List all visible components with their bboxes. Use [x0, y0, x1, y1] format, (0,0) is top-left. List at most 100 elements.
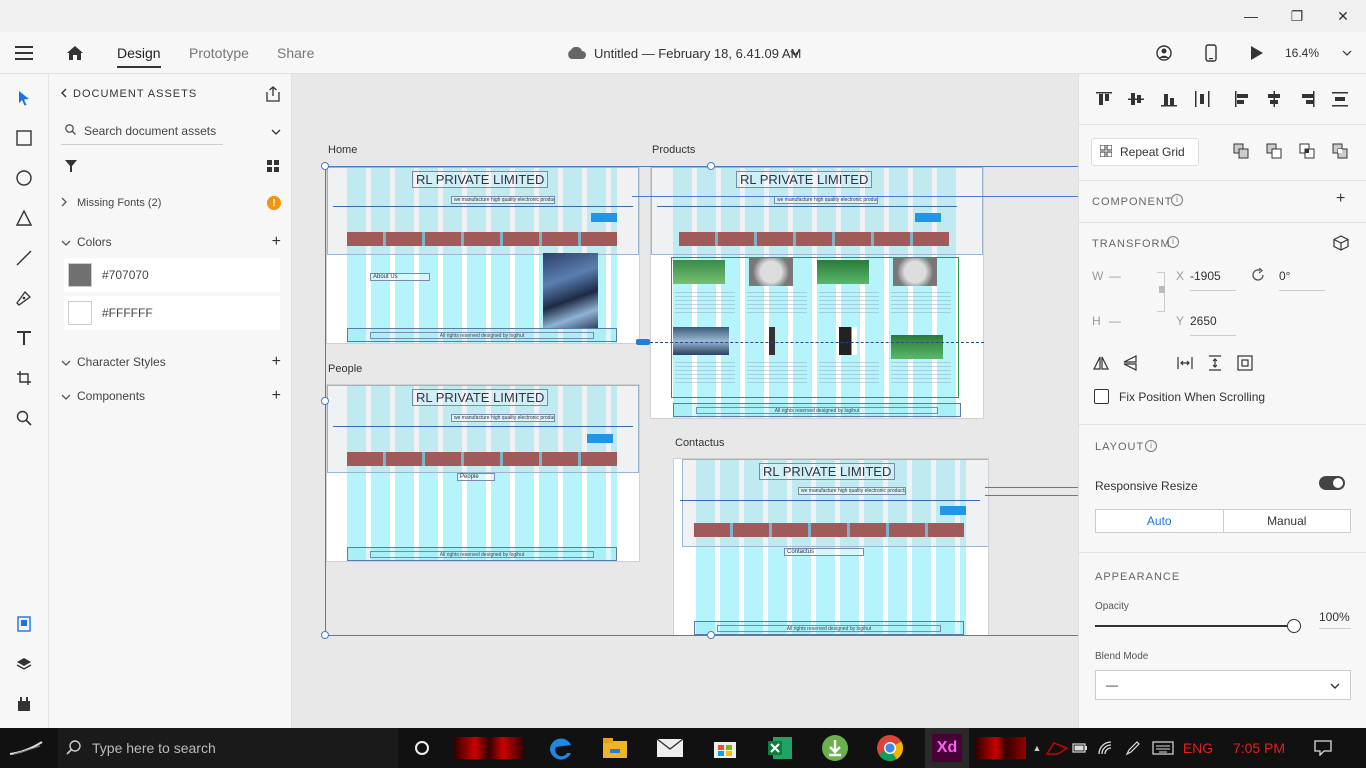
artboard-people[interactable]: RL PRIVATE LIMITED we manufacture high q…: [326, 384, 640, 562]
repeat-grid-button[interactable]: Repeat Grid: [1091, 138, 1199, 166]
taskbar-search[interactable]: Type here to search: [58, 728, 398, 768]
manual-option[interactable]: Manual: [1224, 510, 1351, 532]
boolean-subtract-icon[interactable]: [1265, 142, 1283, 160]
selection-handle[interactable]: [707, 162, 715, 170]
artboard-label-products[interactable]: Products: [652, 144, 695, 156]
scroll-handle[interactable]: [636, 339, 650, 345]
user-share-icon[interactable]: [1156, 32, 1174, 74]
ellipse-tool-icon[interactable]: [12, 166, 36, 190]
rotation-field[interactable]: 0°: [1279, 269, 1290, 283]
layers-panel-icon[interactable]: [12, 652, 36, 676]
minimize-button[interactable]: —: [1228, 0, 1274, 32]
rectangle-tool-icon[interactable]: [12, 126, 36, 150]
distribute-horizontal-icon[interactable]: [1331, 90, 1349, 108]
edge-browser-icon[interactable]: [540, 728, 580, 768]
character-styles-header[interactable]: Character Styles +: [61, 353, 281, 371]
people-page-label[interactable]: People: [457, 473, 495, 481]
colors-section-header[interactable]: Colors +: [61, 233, 281, 251]
brand-title[interactable]: RL PRIVATE LIMITED: [736, 171, 873, 188]
product-mouse-image[interactable]: [839, 327, 857, 355]
artboard-label-home[interactable]: Home: [328, 144, 357, 156]
height-field[interactable]: —: [1109, 314, 1121, 328]
filter-icon[interactable]: [65, 160, 77, 175]
add-component-icon[interactable]: +: [272, 387, 281, 405]
align-middle-icon[interactable]: [1127, 90, 1145, 108]
selection-handle[interactable]: [321, 631, 329, 639]
boolean-add-icon[interactable]: [1232, 142, 1250, 160]
width-field[interactable]: —: [1109, 269, 1121, 283]
add-color-icon[interactable]: +: [272, 233, 281, 251]
artboard-label-contactus[interactable]: Contactus: [675, 437, 725, 449]
hamburger-menu-icon[interactable]: [15, 32, 33, 74]
3d-transform-icon[interactable]: [1332, 234, 1350, 252]
nav-bar[interactable]: [347, 232, 617, 246]
opacity-slider-thumb[interactable]: [1287, 619, 1301, 633]
mobile-preview-icon[interactable]: [1205, 32, 1217, 74]
plugins-panel-icon[interactable]: [12, 692, 36, 716]
components-header[interactable]: Components +: [61, 387, 281, 405]
tagline[interactable]: we manufacture high quality electronic p…: [774, 196, 878, 204]
tab-design[interactable]: Design: [117, 32, 161, 74]
product-ram-image[interactable]: [817, 260, 869, 284]
boolean-intersect-icon[interactable]: [1298, 142, 1316, 160]
taskbar-search-input[interactable]: Type here to search: [92, 740, 216, 756]
blue-button[interactable]: [940, 506, 966, 515]
align-right-icon[interactable]: [1298, 90, 1316, 108]
info-icon[interactable]: i: [1145, 440, 1157, 452]
missing-fonts-row[interactable]: Missing Fonts (2) !: [61, 194, 281, 212]
tagline[interactable]: we manufacture high quality electronic p…: [451, 196, 555, 204]
color-swatch-row[interactable]: #707070: [64, 258, 280, 292]
asset-search[interactable]: Search document assets: [61, 120, 281, 142]
excel-icon[interactable]: [760, 728, 800, 768]
product-hdd-image[interactable]: [893, 258, 937, 286]
product-ram-image[interactable]: [891, 335, 943, 359]
rog-icon[interactable]: [1044, 728, 1070, 768]
responsive-height-icon[interactable]: [1206, 354, 1224, 372]
tab-prototype[interactable]: Prototype: [189, 32, 249, 74]
add-component-icon[interactable]: +: [1336, 190, 1345, 208]
nav-bar[interactable]: [347, 452, 617, 466]
product-usb-image[interactable]: [769, 327, 775, 355]
info-icon[interactable]: i: [1171, 194, 1183, 206]
about-us-label[interactable]: About Us: [370, 273, 430, 281]
building-image[interactable]: [543, 253, 598, 328]
export-icon[interactable]: [265, 86, 281, 105]
color-swatch-row[interactable]: #FFFFFF: [64, 296, 280, 330]
responsive-resize-toggle[interactable]: [1319, 476, 1345, 490]
scroll-arrows-icon[interactable]: ▲: [1030, 728, 1044, 768]
align-top-icon[interactable]: [1095, 90, 1113, 108]
chevron-down-icon[interactable]: [790, 32, 800, 74]
lock-icon[interactable]: [1159, 286, 1165, 293]
fix-position-checkbox[interactable]: [1094, 389, 1109, 404]
restore-button[interactable]: ❐: [1274, 0, 1320, 32]
auto-option[interactable]: Auto: [1096, 510, 1224, 532]
battery-icon[interactable]: [1070, 728, 1090, 768]
blue-button[interactable]: [587, 434, 613, 443]
cortana-icon[interactable]: [406, 728, 438, 768]
info-icon[interactable]: i: [1167, 236, 1179, 248]
boolean-exclude-icon[interactable]: [1331, 142, 1349, 160]
search-input[interactable]: Search document assets: [84, 124, 271, 138]
polygon-tool-icon[interactable]: [12, 206, 36, 230]
opacity-value[interactable]: 100%: [1319, 610, 1350, 624]
nav-bar[interactable]: [694, 523, 964, 537]
close-button[interactable]: ✕: [1320, 0, 1366, 32]
grid-view-icon[interactable]: [267, 160, 279, 175]
align-bottom-icon[interactable]: [1160, 90, 1178, 108]
footer[interactable]: All rights reserved designed by logihut: [673, 403, 961, 417]
brand-title[interactable]: RL PRIVATE LIMITED: [412, 389, 549, 406]
blue-button[interactable]: [591, 213, 617, 222]
keyboard-icon[interactable]: [1148, 728, 1178, 768]
blue-button[interactable]: [915, 213, 941, 222]
artboard-products[interactable]: RL PRIVATE LIMITED we manufacture high q…: [650, 166, 984, 419]
adobe-xd-icon[interactable]: Xd: [925, 728, 969, 768]
input-language[interactable]: ENG: [1180, 728, 1216, 768]
start-button[interactable]: [0, 728, 52, 768]
line-tool-icon[interactable]: [12, 246, 36, 270]
blend-mode-select[interactable]: —: [1095, 670, 1351, 700]
product-motherboard-image[interactable]: [673, 327, 729, 355]
rotate-icon[interactable]: [1249, 266, 1267, 284]
pen-workspace-icon[interactable]: [1120, 728, 1146, 768]
contactus-page-label[interactable]: Contactus: [784, 548, 864, 556]
chrome-icon[interactable]: [870, 728, 910, 768]
